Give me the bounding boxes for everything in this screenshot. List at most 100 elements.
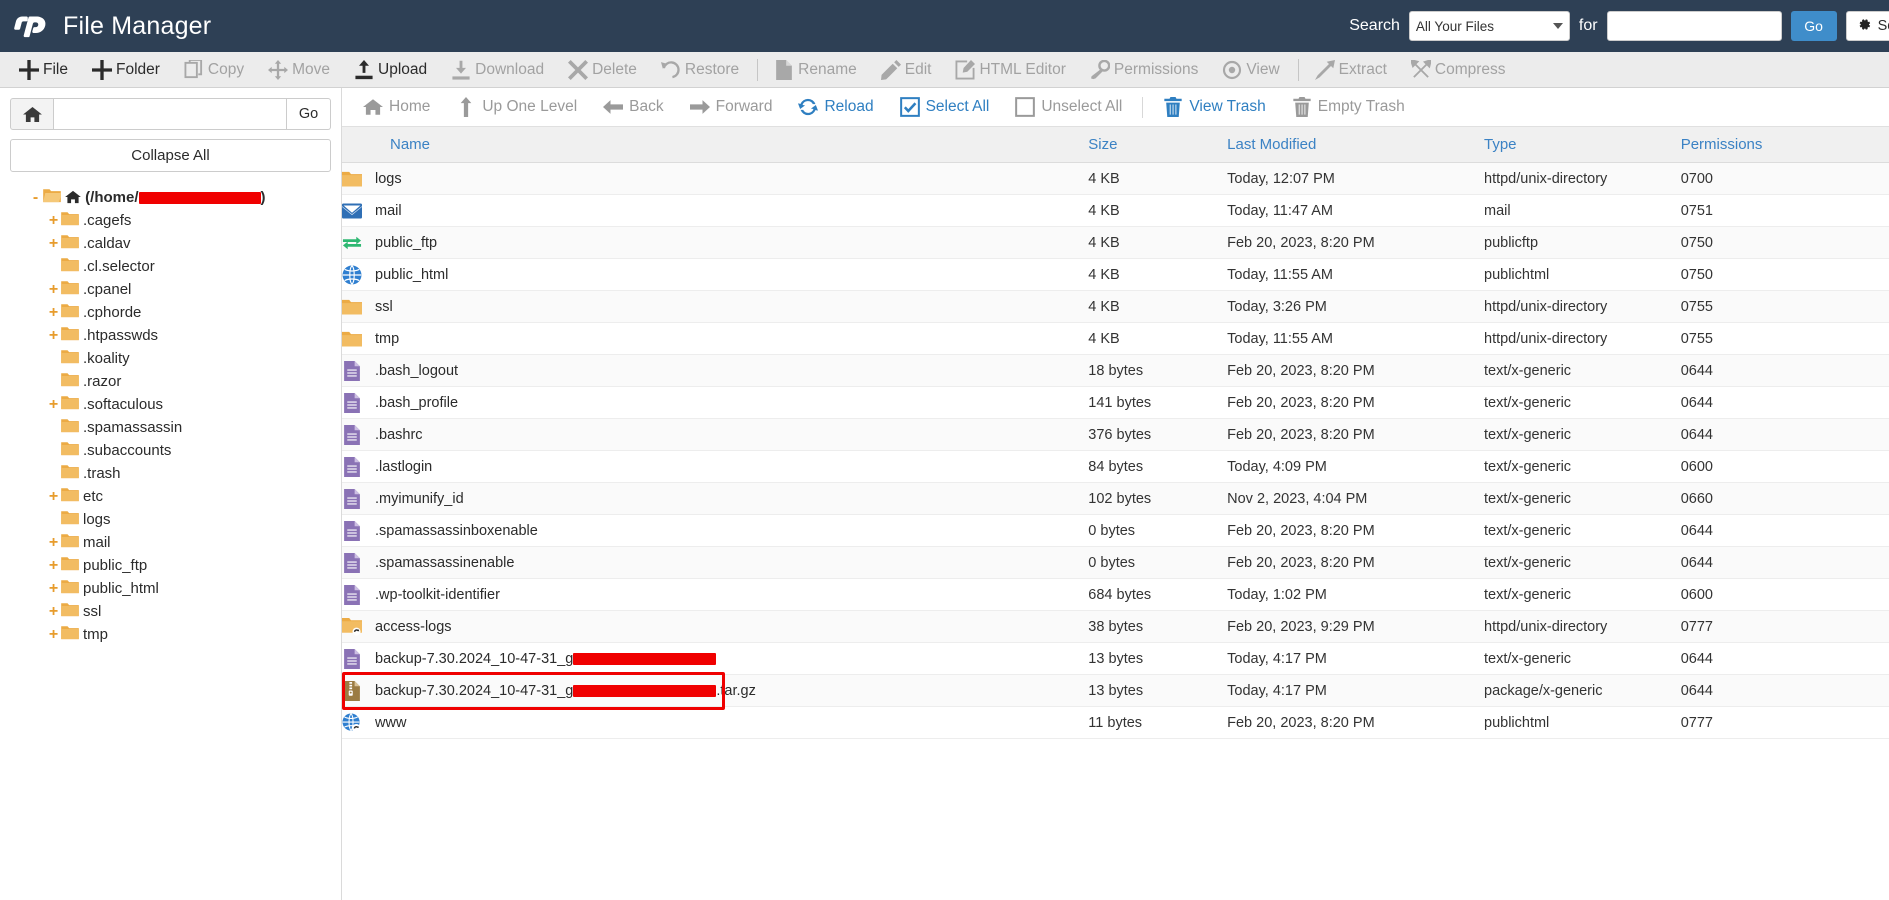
cell-name[interactable]: .myimunify_id	[342, 482, 1089, 515]
tree-node-dot-cagefs[interactable]: + .cagefs	[10, 209, 331, 232]
cell-name[interactable]: .bash_logout	[342, 354, 1089, 387]
table-row[interactable]: .bash_profile 141 bytes Feb 20, 2023, 8:20…	[342, 386, 1889, 419]
cell-name[interactable]: public_ftp	[342, 226, 1089, 259]
table-row[interactable]: .bashrc 376 bytes Feb 20, 2023, 8:20 PM tex…	[342, 418, 1889, 451]
nav-back-button[interactable]: Back	[590, 97, 676, 117]
expand-toggle-icon[interactable]: +	[46, 534, 61, 552]
settings-button[interactable]: Settings	[1845, 11, 1889, 41]
table-row[interactable]: .wp-toolkit-identifier 684 bytes Today, 1:…	[342, 578, 1889, 611]
nav-forward-button[interactable]: Forward	[677, 97, 786, 117]
cell-name[interactable]: public_html	[342, 258, 1089, 291]
tree-node-dot-razor[interactable]: .razor	[10, 370, 331, 393]
tree-node-logs[interactable]: logs	[10, 508, 331, 531]
tree-node-dot-caldav[interactable]: + .caldav	[10, 232, 331, 255]
toolbar-upload-button[interactable]: Upload	[343, 52, 440, 88]
cell-name[interactable]: www	[342, 706, 1089, 739]
search-scope-select[interactable]: All Your Files	[1408, 11, 1570, 41]
cell-name[interactable]: .spamassassinboxenable	[342, 514, 1089, 547]
column-header-name[interactable]: Name	[342, 127, 1089, 163]
table-row[interactable]: logs 4 KB Today, 12:07 PM httpd/unix-direct…	[342, 162, 1889, 195]
table-row[interactable]: access-logs 38 bytes Feb 20, 2023, 9:29 PM…	[342, 610, 1889, 643]
expand-toggle-icon[interactable]: +	[46, 212, 61, 230]
table-row[interactable]: backup-7.30.2024_10-47-31_g .tar.gz 13 byt…	[342, 674, 1889, 707]
file-table-scroll[interactable]: Name Size Last Modified Type Permissions log…	[342, 127, 1889, 900]
path-input[interactable]	[54, 98, 287, 130]
cell-name[interactable]: mail	[342, 194, 1089, 227]
column-header-size[interactable]: Size	[1088, 127, 1228, 163]
cell-name[interactable]: logs	[342, 162, 1089, 195]
expand-toggle-icon[interactable]: +	[46, 626, 61, 644]
column-header-type[interactable]: Type	[1484, 127, 1681, 163]
tree-node-dot-koality[interactable]: .koality	[10, 347, 331, 370]
cell-name[interactable]: .wp-toolkit-identifier	[342, 578, 1089, 611]
column-header-permissions[interactable]: Permissions	[1680, 127, 1889, 163]
expand-toggle-icon[interactable]: +	[46, 603, 61, 621]
table-row[interactable]: .myimunify_id 102 bytes Nov 2, 2023, 4:04 …	[342, 482, 1889, 515]
expand-toggle-icon[interactable]: +	[46, 396, 61, 414]
table-row[interactable]: tmp 4 KB Today, 11:55 AM httpd/unix-directo…	[342, 322, 1889, 355]
nav-unselect-all-button[interactable]: Unselect All	[1002, 97, 1135, 117]
table-row[interactable]: mail 4 KB Today, 11:47 AM mail 0751	[342, 194, 1889, 227]
tree-node-dot-cl.selector[interactable]: .cl.selector	[10, 255, 331, 278]
toolbar-file-button[interactable]: File	[8, 52, 81, 88]
nav-reload-button[interactable]: Reload	[785, 97, 886, 117]
expand-toggle-icon[interactable]: +	[46, 580, 61, 598]
search-input[interactable]	[1606, 11, 1782, 41]
expand-toggle-icon[interactable]: +	[46, 557, 61, 575]
table-row[interactable]: public_html 4 KB Today, 11:55 AM publichtml…	[342, 258, 1889, 291]
tree-node-home[interactable]: - (/home/)	[10, 186, 331, 209]
tree-node-dot-cphorde[interactable]: + .cphorde	[10, 301, 331, 324]
expand-toggle-icon[interactable]: +	[46, 327, 61, 345]
table-row[interactable]: .bash_logout 18 bytes Feb 20, 2023, 8:20 P…	[342, 354, 1889, 387]
tree-node-etc[interactable]: + etc	[10, 485, 331, 508]
table-row[interactable]: .spamassassinboxenable 0 bytes Feb 20, 202…	[342, 514, 1889, 547]
folder-open-home-icon	[43, 188, 62, 207]
expand-toggle-icon[interactable]: +	[46, 304, 61, 322]
tree-node-mail[interactable]: + mail	[10, 531, 331, 554]
tree-node-tmp[interactable]: + tmp	[10, 623, 331, 646]
cell-name[interactable]: .spamassassinenable	[342, 546, 1089, 579]
header-search-area: Search All Your Files for Go Settings	[1349, 0, 1889, 52]
table-row[interactable]: .lastlogin 84 bytes Today, 4:09 PM text/x-g…	[342, 450, 1889, 483]
cell-name[interactable]: .lastlogin	[342, 450, 1089, 483]
search-go-button[interactable]: Go	[1790, 11, 1837, 41]
expand-toggle-icon[interactable]: +	[46, 488, 61, 506]
table-row[interactable]: ssl 4 KB Today, 3:26 PM httpd/unix-director…	[342, 290, 1889, 323]
cell-name[interactable]: tmp	[342, 322, 1089, 355]
tree-node-ssl[interactable]: + ssl	[10, 600, 331, 623]
expand-toggle-icon[interactable]: +	[46, 235, 61, 253]
tree-node-dot-cpanel[interactable]: + .cpanel	[10, 278, 331, 301]
table-row[interactable]: .spamassassinenable 0 bytes Feb 20, 2023, …	[342, 546, 1889, 579]
collapse-toggle-icon[interactable]: -	[28, 189, 43, 207]
tree-node-dot-trash[interactable]: .trash	[10, 462, 331, 485]
table-row[interactable]: public_ftp 4 KB Feb 20, 2023, 8:20 PM publi…	[342, 226, 1889, 259]
nav-select-all-button[interactable]: Select All	[887, 97, 1003, 117]
cell-name[interactable]: .bashrc	[342, 418, 1089, 451]
tree-node-dot-spamassassin[interactable]: .spamassassin	[10, 416, 331, 439]
nav-empty-trash-button[interactable]: Empty Trash	[1279, 97, 1418, 117]
expand-toggle-icon[interactable]: +	[46, 281, 61, 299]
collapse-all-button[interactable]: Collapse All	[10, 139, 331, 172]
cell-name[interactable]: backup-7.30.2024_10-47-31_g	[342, 642, 1089, 675]
cell-name[interactable]: ssl	[342, 290, 1089, 323]
cell-name[interactable]: .bash_profile	[342, 386, 1089, 419]
nav-up-one-level-button[interactable]: Up One Level	[443, 97, 590, 117]
tree-node-dot-softaculous[interactable]: + .softaculous	[10, 393, 331, 416]
toolbar-item-label: Extract	[1338, 60, 1387, 78]
path-go-button[interactable]: Go	[287, 98, 331, 130]
tree-node-public_ftp[interactable]: + public_ftp	[10, 554, 331, 577]
cell-name[interactable]: backup-7.30.2024_10-47-31_g .tar.gz	[342, 674, 1089, 707]
tree-node-public_html[interactable]: + public_html	[10, 577, 331, 600]
tree-node-dot-subaccounts[interactable]: .subaccounts	[10, 439, 331, 462]
cell-name[interactable]: access-logs	[342, 610, 1089, 643]
table-row[interactable]: backup-7.30.2024_10-47-31_g 13 bytes Today…	[342, 642, 1889, 675]
tree-node-dot-htpasswds[interactable]: + .htpasswds	[10, 324, 331, 347]
cell-type: mail	[1484, 194, 1681, 227]
nav-home-button[interactable]: Home	[350, 97, 443, 117]
column-header-last-modified[interactable]: Last Modified	[1227, 127, 1484, 163]
toolbar-folder-button[interactable]: Folder	[81, 52, 173, 88]
nav-view-trash-button[interactable]: View Trash	[1150, 97, 1278, 117]
table-row[interactable]: www 11 bytes Feb 20, 2023, 8:20 PM publicht…	[342, 706, 1889, 739]
up-arrow-icon	[456, 97, 476, 117]
sidebar-home-button[interactable]	[10, 98, 54, 130]
